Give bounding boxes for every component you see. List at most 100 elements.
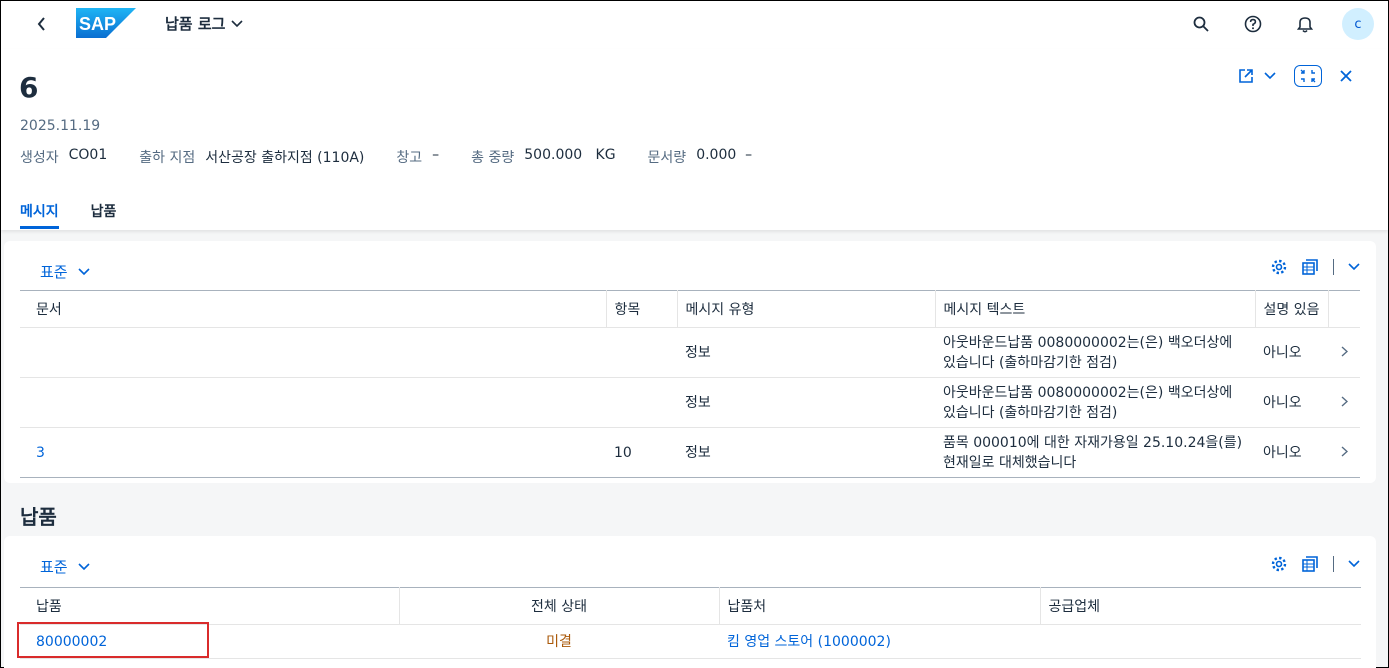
attr-shipping-point: 출하 지점 서산공장 출하지점 (110A) [139,147,364,167]
app-title: 납품 로그 [165,15,226,33]
search-button[interactable] [1186,7,1216,41]
close-button[interactable] [1340,70,1352,82]
attr-label: 창고 [396,150,423,166]
tab-deliveries[interactable]: 납품 [91,201,117,229]
app-title-menu[interactable]: 납품 로그 [165,13,244,34]
chevron-down-icon [1348,560,1360,568]
table-header-row: 납품 전체 상태 납품처 공급업체 [20,587,1361,625]
export-button[interactable] [1301,556,1319,572]
attr-warehouse: 창고 – [396,147,439,167]
export-menu-button[interactable] [1348,560,1360,568]
sap-logo[interactable]: SAP [76,8,136,38]
column-header-nav [1328,290,1360,328]
shell-bar: SAP 납품 로그 c [1,1,1388,49]
cell-message-type: 정보 [677,427,935,478]
cell-item: 10 [606,427,677,478]
gear-icon [1271,556,1287,572]
cell-item [606,327,677,378]
settings-button[interactable] [1271,259,1287,275]
messages-card: 표준 문서 항목 메시지 유형 메시지 텍스트 설명 있음 정보 아웃바운드납품… [4,241,1376,483]
cell-document[interactable]: 3 [20,427,606,478]
object-date: 2025.11.19 [20,118,101,134]
attr-label: 출하 지점 [139,150,196,166]
cell-message-type: 정보 [677,327,935,378]
cell-ship-to[interactable]: 킴 영업 스토어 (1000002) [719,624,1040,659]
column-header[interactable]: 항목 [606,290,678,328]
help-icon [1244,15,1262,33]
user-avatar[interactable]: c [1342,8,1374,40]
chevron-down-icon [78,562,90,570]
attr-total-weight: 총 중량 500.000 KG [471,147,615,167]
variant-selector[interactable]: 표준 [40,261,90,282]
export-spreadsheet-icon [1302,259,1318,275]
notifications-button[interactable] [1290,7,1320,41]
row-navigation[interactable] [1328,377,1360,428]
column-header[interactable]: 문서 [20,290,607,328]
chevron-right-icon [1341,395,1348,407]
cell-delivery[interactable]: 80000002 [20,624,399,659]
attr-value: 서산공장 출하지점 (110A) [205,150,365,166]
chevron-down-icon [1264,72,1276,80]
cell-message-type: 정보 [677,377,935,428]
table-row[interactable]: 80000002 미결 킴 영업 스토어 (1000002) [20,624,1361,659]
column-header[interactable]: 납품처 [719,587,1041,625]
section-title-deliveries: 납품 [20,505,57,529]
cell-has-description: 아니오 [1255,377,1328,428]
attr-label: 문서량 [647,150,687,166]
column-header[interactable]: 메시지 텍스트 [935,290,1256,328]
table-row[interactable]: 정보 아웃바운드납품 0080000002는(은) 백오더상에 있습니다 (출하… [20,327,1360,378]
toolbar-separator [1333,556,1334,572]
attr-value: CO01 [68,147,108,163]
cell-supplier [1040,624,1361,659]
table-header-row: 문서 항목 메시지 유형 메시지 텍스트 설명 있음 [20,290,1360,328]
close-icon [1340,70,1352,82]
cell-has-description: 아니오 [1255,327,1328,378]
chevron-down-icon [1348,263,1360,271]
settings-button[interactable] [1271,556,1287,572]
export-menu-button[interactable] [1348,263,1360,271]
cell-message-text: 품목 000010에 대한 자재가용일 25.10.24을(를) 현재일로 대체… [935,427,1255,478]
share-button[interactable] [1238,68,1276,84]
tab-messages[interactable]: 메시지 [20,201,59,229]
chevron-right-icon [1341,445,1348,457]
export-spreadsheet-icon [1302,556,1318,572]
attr-created-by: 생성자 CO01 [20,147,107,167]
cell-item [606,377,677,428]
deliveries-toolbar: 표준 [4,536,1376,586]
chevron-right-icon [1341,345,1348,357]
tab-bar: 메시지 납품 [20,201,148,229]
help-button[interactable] [1238,7,1268,41]
table-row[interactable]: 3 10 정보 품목 000010에 대한 자재가용일 25.10.24을(를)… [20,427,1360,478]
cell-has-description: 아니오 [1255,427,1328,478]
column-header[interactable]: 공급업체 [1040,587,1361,625]
exit-fullscreen-button[interactable] [1294,65,1322,87]
attr-label: 총 중량 [471,150,515,166]
export-button[interactable] [1301,259,1319,275]
row-navigation[interactable] [1328,327,1360,378]
messages-table: 문서 항목 메시지 유형 메시지 텍스트 설명 있음 정보 아웃바운드납품 00… [20,290,1360,478]
toolbar-separator [1333,259,1334,275]
column-header[interactable]: 납품 [20,587,400,625]
attr-value: – [432,147,440,163]
cell-message-text: 아웃바운드납품 0080000002는(은) 백오더상에 있습니다 (출하마감기… [935,377,1255,428]
chevron-down-icon [231,19,244,27]
header-attributes: 생성자 CO01 출하 지점 서산공장 출하지점 (110A) 창고 – 총 중… [20,147,784,167]
cell-document[interactable] [20,327,606,378]
attr-value: 500.000 KG [524,147,616,163]
row-navigation[interactable] [1328,427,1360,478]
table-row[interactable]: 정보 아웃바운드납품 0080000002는(은) 백오더상에 있습니다 (출하… [20,377,1360,428]
column-header[interactable]: 메시지 유형 [677,290,936,328]
object-title: 6 [19,71,39,104]
variant-selector[interactable]: 표준 [40,556,90,577]
cell-document[interactable] [20,377,606,428]
bell-icon [1297,17,1313,33]
deliveries-table: 납품 전체 상태 납품처 공급업체 80000002 미결 킴 영업 스토어 (… [20,587,1361,659]
messages-toolbar: 표준 [4,241,1376,291]
search-icon [1193,16,1209,32]
variant-label: 표준 [40,558,68,576]
column-header[interactable]: 설명 있음 [1255,290,1329,328]
back-button[interactable] [31,13,53,35]
exit-fullscreen-icon [1300,69,1316,83]
column-header[interactable]: 전체 상태 [399,587,720,625]
variant-label: 표준 [40,263,68,281]
